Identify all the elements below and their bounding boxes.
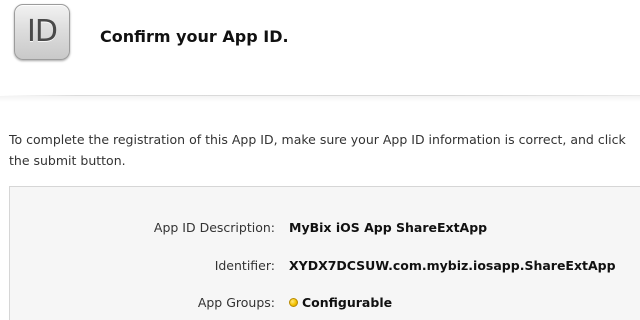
app-id-icon: ID — [14, 4, 70, 60]
identifier-value: XYDX7DCSUW.com.mybiz.iosapp.ShareExtApp — [289, 258, 616, 273]
status-dot-icon — [289, 298, 298, 307]
intro-text: To complete the registration of this App… — [9, 132, 626, 168]
description-value: MyBix iOS App ShareExtApp — [289, 220, 488, 235]
header-divider-shadow — [0, 96, 640, 102]
app-groups-label: App Groups: — [197, 295, 275, 310]
page-title: Confirm your App ID. — [100, 27, 289, 46]
identifier-label: Identifier: — [214, 258, 275, 273]
app-groups-value-wrap: Configurable — [289, 293, 392, 313]
app-id-icon-text: ID — [27, 14, 58, 49]
description-label: App ID Description: — [153, 220, 275, 235]
app-id-details-panel: App ID Description: MyBix iOS App ShareE… — [9, 186, 640, 320]
identifier-row: Identifier: XYDX7DCSUW.com.mybiz.iosapp.… — [10, 256, 640, 276]
description-row: App ID Description: MyBix iOS App ShareE… — [10, 218, 640, 238]
app-groups-value: Configurable — [302, 295, 393, 310]
header: ID Confirm your App ID. — [0, 0, 640, 86]
app-groups-row: App Groups: Configurable — [10, 293, 640, 313]
page: ID Confirm your App ID. To complete the … — [0, 0, 640, 320]
